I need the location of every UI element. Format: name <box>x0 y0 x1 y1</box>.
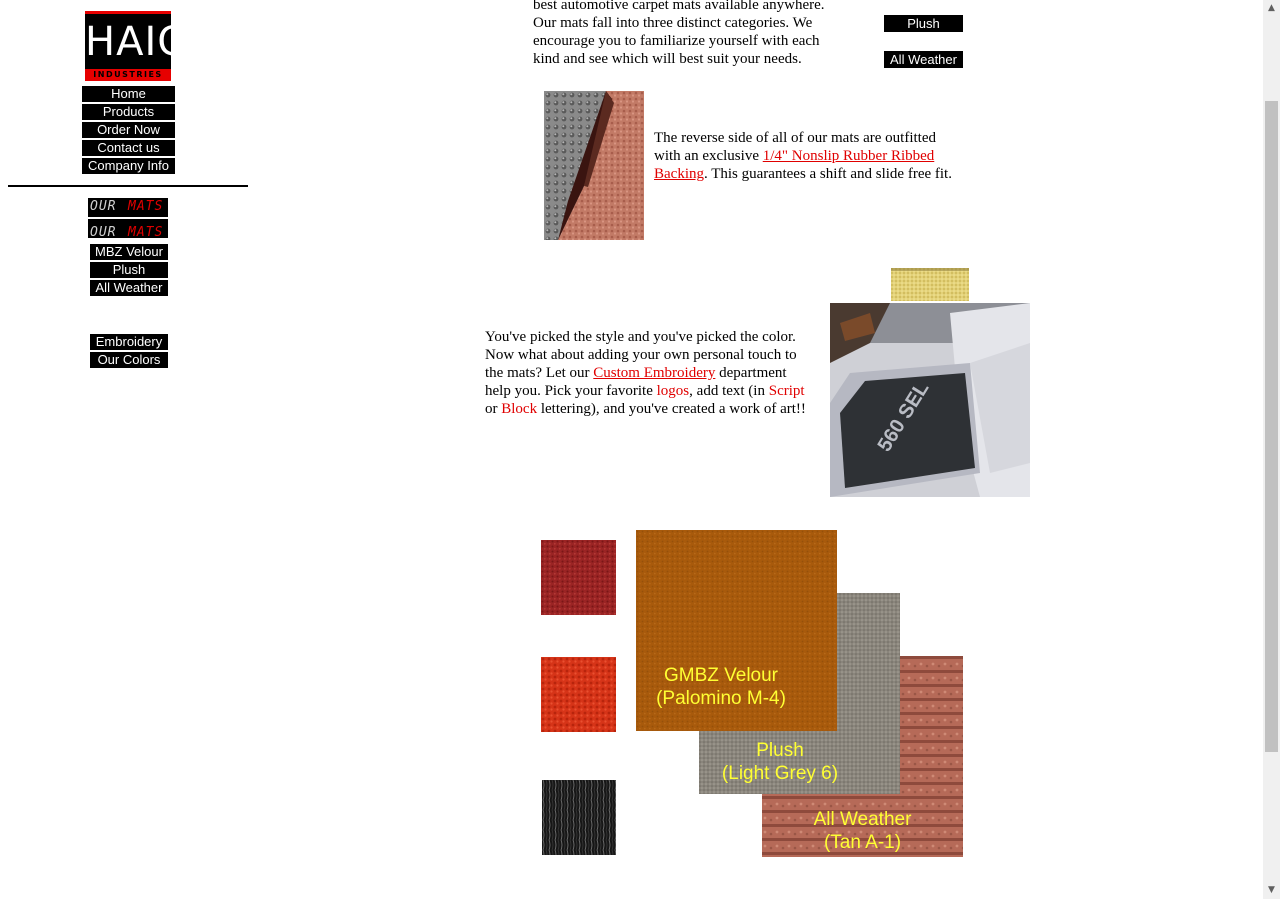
embroidery-text-4: or <box>485 401 502 417</box>
embroidery-text-3: , add text (in <box>689 383 769 399</box>
embroidery-swatch-image <box>891 268 969 301</box>
logos-link[interactable]: logos <box>657 383 690 399</box>
our-mats-word-our: OUR <box>90 199 117 214</box>
backing-text-post: . This guarantees a shift and slide free… <box>704 166 952 182</box>
scroll-up-arrow-icon[interactable]: ▲ <box>1263 0 1280 17</box>
mat-link-all-weather[interactable]: All Weather <box>90 280 168 296</box>
logo-subtitle: INDUSTRIES <box>85 69 171 81</box>
nav-company-info-button[interactable]: Company Info <box>82 158 175 174</box>
rubber-backing-image <box>544 91 644 240</box>
script-link[interactable]: Script <box>769 383 805 399</box>
mat-link-mbz-velour[interactable]: MBZ Velour <box>90 244 168 260</box>
haig-logo[interactable]: HAIG INDUSTRIES <box>85 11 190 81</box>
all-weather-caption-line2: (Tan A-1) <box>823 832 902 853</box>
car-floor-mat-photo: 560 SEL <box>830 303 1030 497</box>
our-mats-word-our-lower: OUR <box>90 225 117 238</box>
our-mats-banner-lower: OUR MATS <box>88 219 168 238</box>
intro-line-4: kind and see which will best suit your n… <box>533 51 802 67</box>
backing-paragraph: The reverse side of all of our mats are … <box>654 129 959 183</box>
mat-link-plush[interactable]: Plush <box>90 262 168 278</box>
vertical-scrollbar[interactable]: ▲ ▼ <box>1263 0 1280 899</box>
our-mats-banner: OUR MATS <box>88 198 168 217</box>
embroidery-text-5: lettering), and you've created a work of… <box>537 401 806 417</box>
nav-divider <box>8 185 248 187</box>
block-link[interactable]: Block <box>501 401 537 417</box>
intro-paragraph: best automotive carpet mats available an… <box>533 0 873 68</box>
our-mats-word-mats-lower: MATS <box>128 225 164 238</box>
link-embroidery[interactable]: Embroidery <box>90 334 168 350</box>
intro-line-1: best automotive carpet mats available an… <box>533 0 825 13</box>
velour-caption-line2: (Palomino M-4) <box>656 688 786 709</box>
plush-caption: Plush (Light Grey 6) <box>699 739 861 785</box>
custom-embroidery-link[interactable]: Custom Embroidery <box>593 365 715 381</box>
intro-line-3: encourage you to familiarize yourself wi… <box>533 33 820 49</box>
scroll-down-arrow-icon[interactable]: ▼ <box>1263 882 1280 899</box>
swatch-burgundy[interactable] <box>541 540 616 615</box>
plush-button[interactable]: Plush <box>884 15 963 32</box>
swatch-black[interactable] <box>542 780 616 855</box>
logo-word: HAIG <box>85 19 190 65</box>
logo-top-stripe <box>85 11 171 14</box>
sample-gmbz-velour[interactable]: GMBZ Velour (Palomino M-4) <box>636 530 837 731</box>
intro-line-2: Our mats fall into three distinct catego… <box>533 15 813 31</box>
nav-home-button[interactable]: Home <box>82 86 175 102</box>
link-our-colors[interactable]: Our Colors <box>90 352 168 368</box>
plush-caption-line2: (Light Grey 6) <box>721 763 839 784</box>
velour-caption-line1: GMBZ Velour <box>663 665 779 686</box>
all-weather-button[interactable]: All Weather <box>884 51 963 68</box>
nav-contact-us-button[interactable]: Contact us <box>82 140 175 156</box>
scroll-thumb[interactable] <box>1265 101 1278 752</box>
plush-caption-line1: Plush <box>756 740 804 761</box>
embroidery-paragraph: You've picked the style and you've picke… <box>485 328 815 418</box>
our-mats-word-mats: MATS <box>128 199 164 214</box>
velour-caption: GMBZ Velour (Palomino M-4) <box>636 664 806 710</box>
nav-products-button[interactable]: Products <box>82 104 175 120</box>
all-weather-caption: All Weather (Tan A-1) <box>762 808 963 854</box>
all-weather-caption-line1: All Weather <box>813 809 912 830</box>
swatch-red[interactable] <box>541 657 616 732</box>
nav-order-now-button[interactable]: Order Now <box>82 122 175 138</box>
